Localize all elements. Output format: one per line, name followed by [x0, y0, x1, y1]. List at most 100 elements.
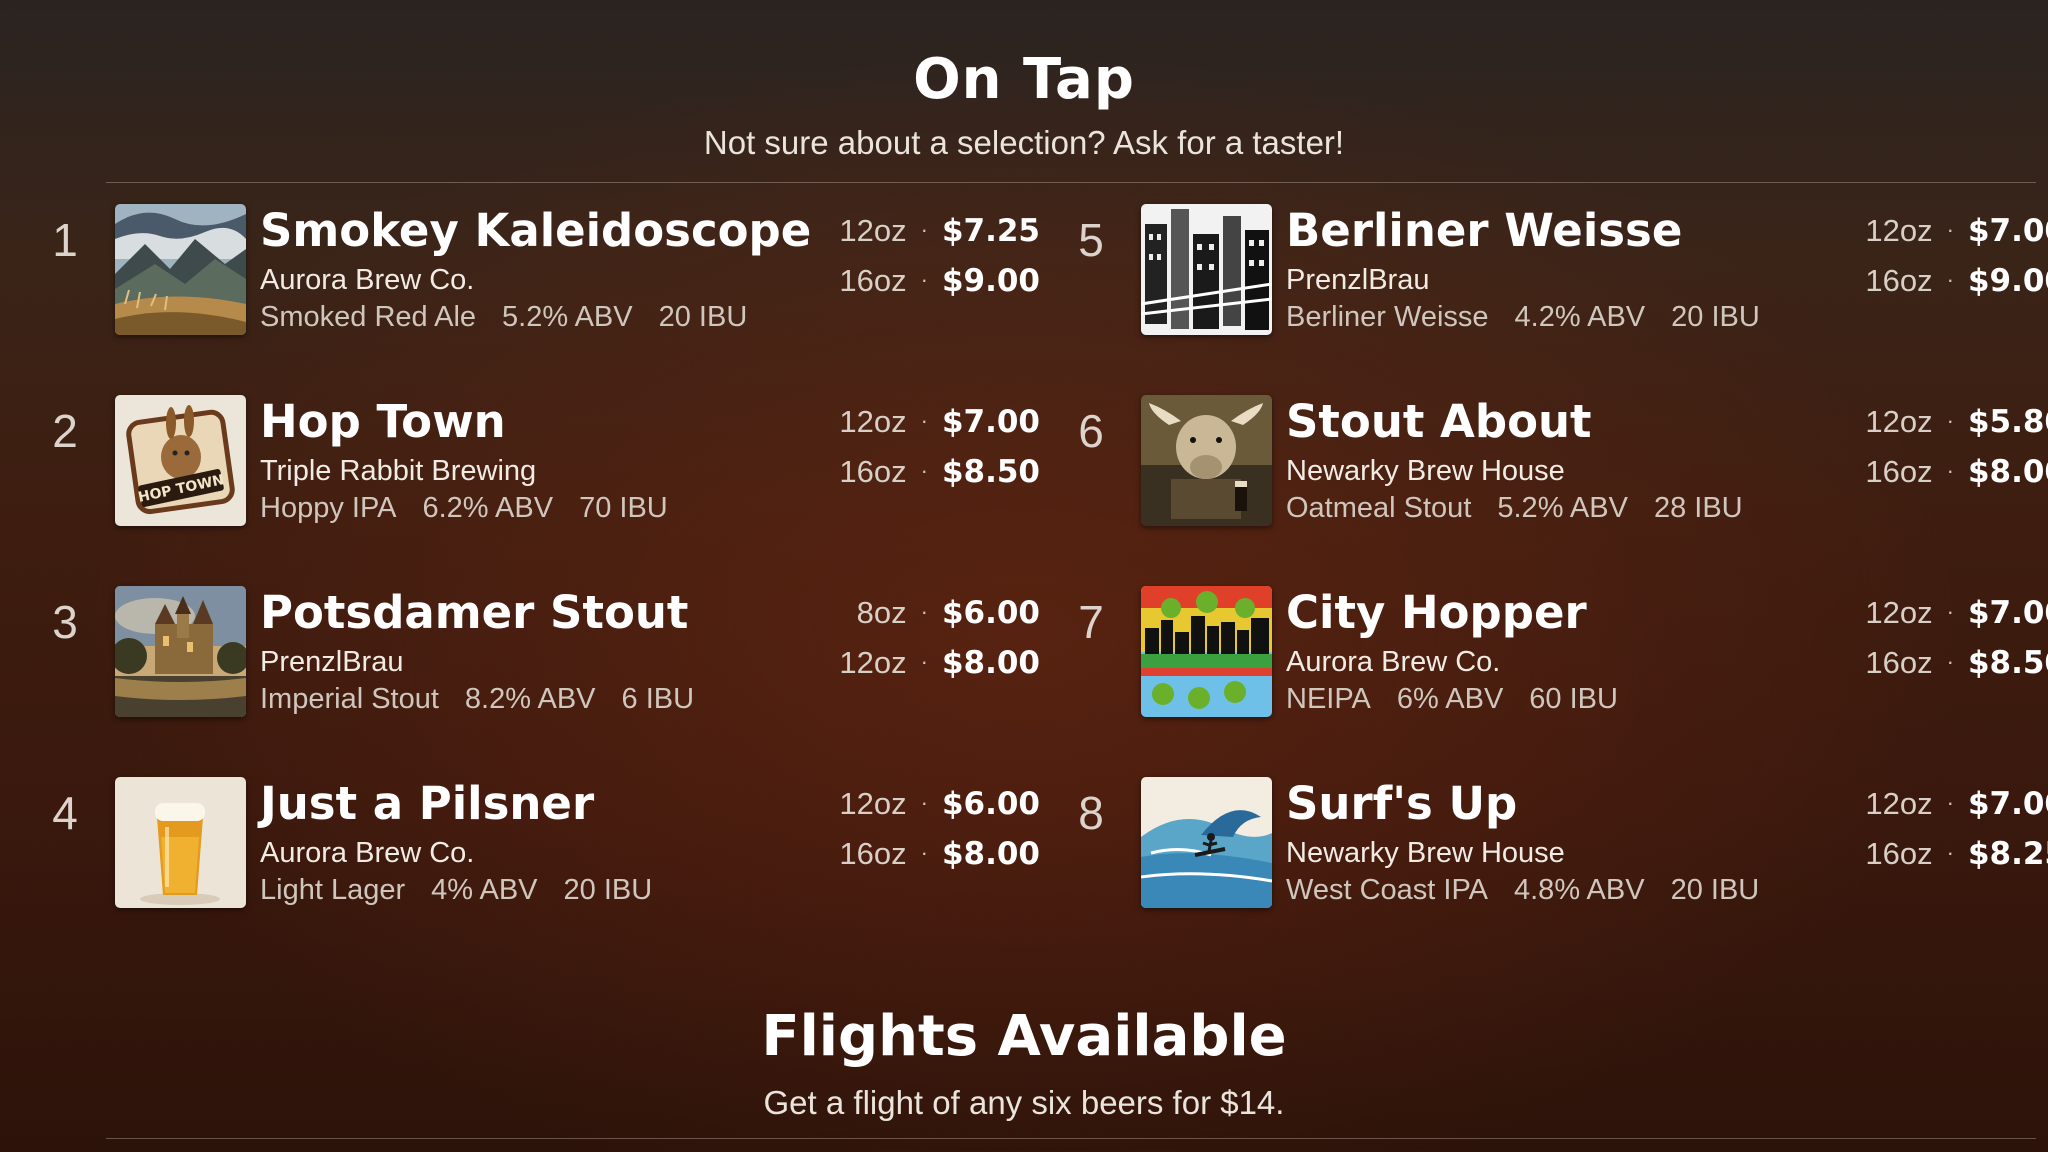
price: $8.50 — [941, 454, 1040, 490]
price-row: 16oz · $8.50 — [1826, 638, 2048, 688]
beer-item: 3 Potsdamer Stout PrenzlBrau Imperial St… — [40, 584, 1040, 775]
hop-town-rabbit-logo: HOP TOWN — [115, 395, 246, 526]
separator-dot: · — [1946, 267, 1954, 292]
beer-ibu: 70 IBU — [579, 492, 668, 524]
beer-style: Berliner Weisse — [1286, 301, 1489, 333]
menu-header: On Tap Not sure about a selection? Ask f… — [0, 40, 2048, 164]
beer-item: 7 City Hopper Aurora Brew Co. NEIPA 6% A… — [1066, 584, 2048, 775]
pour-size: 12oz — [1865, 213, 1933, 248]
price: $8.00 — [1967, 454, 2048, 490]
beer-ibu: 28 IBU — [1653, 492, 1743, 524]
beer-style: Light Lager — [260, 874, 406, 906]
beer-image — [1141, 777, 1272, 908]
beer-abv: 4% ABV — [431, 874, 538, 906]
separator-dot: · — [920, 649, 928, 674]
beer-style: Smoked Red Ale — [260, 301, 477, 333]
brewery-name: PrenzlBrau — [260, 646, 404, 678]
beer-image — [1141, 204, 1272, 335]
price: $6.00 — [941, 786, 1040, 822]
beer-item: 4 Just a Pilsner Aurora Brew Co. Light L… — [40, 775, 1040, 966]
brewery-name: Aurora Brew Co. — [1286, 646, 1501, 678]
beer-ibu: 60 IBU — [1529, 683, 1618, 715]
flights-section: Flights Available Get a flight of any si… — [0, 998, 2048, 1124]
tap-number: 1 — [52, 214, 78, 266]
separator-dot: · — [1946, 217, 1954, 242]
tap-number: 5 — [1078, 214, 1104, 266]
top-divider — [106, 182, 2036, 183]
price: $9.00 — [1967, 263, 2048, 299]
beer-ibu: 6 IBU — [621, 683, 695, 715]
separator-dot: · — [920, 599, 928, 624]
beer-abv: 6.2% ABV — [422, 492, 554, 524]
price-list: 12oz · $7.00 16oz · $8.25 — [1826, 779, 2048, 879]
separator-dot: · — [1946, 649, 1954, 674]
beer-style: Oatmeal Stout — [1286, 492, 1472, 524]
beer-details: Berliner Weisse 4.2% ABV 20 IBU — [1286, 299, 1786, 335]
beer-name: Berliner Weisse — [1286, 204, 1683, 257]
beer-name: Just a Pilsner — [260, 777, 595, 830]
price-row: 12oz · $7.00 — [1826, 779, 2048, 829]
pour-size: 16oz — [839, 836, 907, 871]
pour-size: 8oz — [856, 595, 907, 630]
price-row: 16oz · $8.00 — [1826, 447, 2048, 497]
price: $8.50 — [1967, 645, 2048, 681]
separator-dot: · — [1946, 790, 1954, 815]
price-list: 12oz · $7.00 16oz · $9.00 — [1826, 206, 2048, 306]
tap-number: 2 — [52, 405, 78, 457]
page-subtitle: Not sure about a selection? Ask for a ta… — [703, 124, 1345, 161]
price-row: 12oz · $7.00 — [1826, 206, 2048, 256]
beer-item: 8 Surf's Up Newarky Brew House West Coas… — [1066, 775, 2048, 966]
tap-number: 4 — [52, 787, 78, 839]
mountain-landscape-painting — [115, 204, 246, 335]
price-row: 12oz · $7.00 — [800, 397, 1040, 447]
beer-ibu: 20 IBU — [1671, 301, 1760, 333]
price-row: 12oz · $6.00 — [800, 779, 1040, 829]
separator-dot: · — [920, 840, 928, 865]
castle-painting — [115, 586, 246, 717]
beer-details: Imperial Stout 8.2% ABV 6 IBU — [260, 681, 720, 717]
page-title: On Tap — [913, 47, 1135, 112]
price-row: 16oz · $8.50 — [800, 447, 1040, 497]
price: $6.00 — [941, 595, 1040, 631]
price-row: 16oz · $8.00 — [800, 829, 1040, 879]
pour-size: 12oz — [839, 404, 907, 439]
separator-dot: · — [1946, 599, 1954, 624]
beer-style: NEIPA — [1286, 683, 1371, 715]
beer-abv: 4.8% ABV — [1514, 874, 1645, 906]
pour-size: 16oz — [1865, 263, 1933, 298]
price-row: 16oz · $9.00 — [800, 256, 1040, 306]
beer-details: West Coast IPA 4.8% ABV 20 IBU — [1286, 872, 1785, 908]
pour-size: 16oz — [1865, 454, 1933, 489]
tap-number: 8 — [1078, 787, 1104, 839]
beer-details: Light Lager 4% ABV 20 IBU — [260, 872, 678, 908]
price: $8.00 — [941, 645, 1040, 681]
beer-image: HOP TOWN — [115, 395, 246, 526]
flights-subtitle: Get a flight of any six beers for $14. — [763, 1084, 1285, 1121]
pour-size: 12oz — [1865, 786, 1933, 821]
beer-details: Smoked Red Ale 5.2% ABV 20 IBU — [260, 299, 773, 335]
price-row: 12oz · $7.00 — [1826, 588, 2048, 638]
price-list: 12oz · $7.00 16oz · $8.50 — [800, 397, 1040, 497]
separator-dot: · — [1946, 840, 1954, 865]
beer-item: 2 HOP TOWN Hop Town Triple Rabbit Brewin… — [40, 393, 1040, 584]
bull-with-beer-painting — [1141, 395, 1272, 526]
separator-dot: · — [920, 408, 928, 433]
beer-ibu: 20 IBU — [563, 874, 653, 906]
beer-image — [115, 204, 246, 335]
beer-ibu: 20 IBU — [1670, 874, 1760, 906]
separator-dot: · — [920, 217, 928, 242]
tap-list-left: 1 Smokey Kaleidoscope Aurora Brew Co. Sm… — [40, 202, 1040, 966]
tap-number: 3 — [52, 596, 78, 648]
price-list: 12oz · $7.25 16oz · $9.00 — [800, 206, 1040, 306]
pour-size: 12oz — [839, 786, 907, 821]
beer-ibu: 20 IBU — [658, 301, 748, 333]
separator-dot: · — [1946, 458, 1954, 483]
beer-image — [115, 586, 246, 717]
pour-size: 12oz — [839, 645, 907, 680]
price: $8.25 — [1967, 836, 2048, 872]
beer-style: West Coast IPA — [1286, 874, 1488, 906]
brewery-name: Aurora Brew Co. — [260, 837, 475, 869]
price: $7.00 — [1967, 786, 2048, 822]
pour-size: 16oz — [1865, 836, 1933, 871]
price: $5.80 — [1967, 404, 2048, 440]
